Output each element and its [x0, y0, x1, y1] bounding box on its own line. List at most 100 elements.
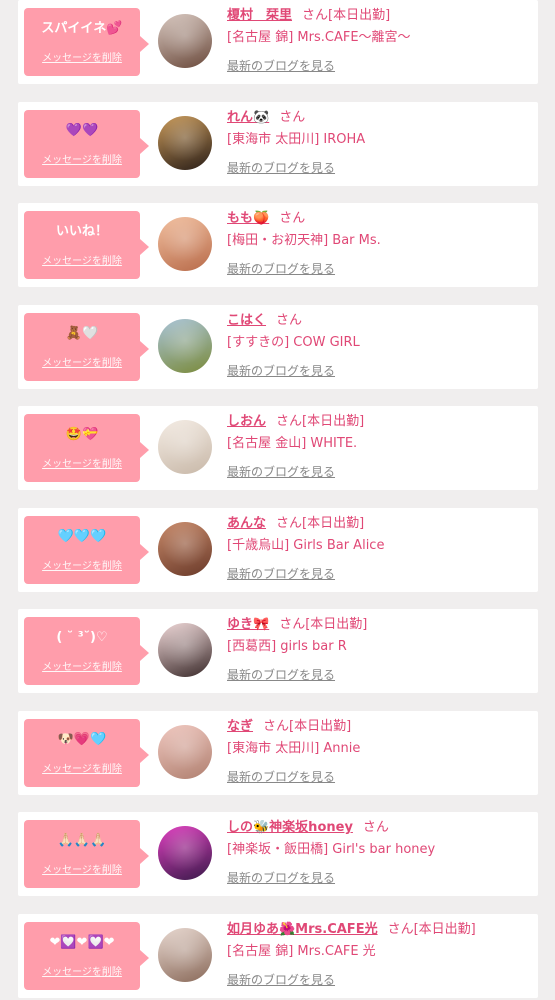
- profile-info: 榎村 栞里 さん[本日出勤] [名古屋 錦] Mrs.CAFE〜離宮〜 最新のブロ…: [227, 6, 532, 76]
- avatar[interactable]: [158, 623, 212, 677]
- cast-name-link[interactable]: れん🐼: [227, 110, 269, 125]
- profile-info: ゆき🎀 さん[本日出勤] [西葛西] girls bar R 最新のブログを見る: [227, 615, 532, 685]
- avatar[interactable]: [158, 928, 212, 982]
- blog-line: 最新のブログを見る: [227, 564, 532, 584]
- message-text: 🙏🏻🙏🏻🙏🏻: [57, 833, 107, 848]
- avatar-shade: [158, 522, 212, 576]
- latest-blog-link[interactable]: 最新のブログを見る: [227, 364, 335, 378]
- avatar[interactable]: [158, 522, 212, 576]
- list-item: ❤︎💟❤︎💟❤︎ メッセージを削除 如月ゆあ🌺Mrs.CAFE光 さん[本日出勤]…: [18, 914, 538, 998]
- cast-name-link[interactable]: もも🍑: [227, 211, 269, 226]
- honorific-label: さん: [263, 719, 290, 734]
- message-bubble: 🙏🏻🙏🏻🙏🏻 メッセージを削除: [24, 820, 149, 888]
- name-line: ゆき🎀 さん[本日出勤]: [227, 615, 532, 635]
- message-text: 🧸🤍: [65, 326, 99, 341]
- honorific-label: さん: [276, 414, 303, 429]
- message-text: 🤩💝: [65, 427, 99, 442]
- delete-message-link[interactable]: メッセージを削除: [24, 357, 140, 371]
- shop-label: [名古屋 錦] Mrs.CAFE 光: [227, 944, 376, 959]
- latest-blog-link[interactable]: 最新のブログを見る: [227, 262, 335, 276]
- honorific-label: さん: [279, 617, 306, 632]
- cast-name-link[interactable]: 如月ゆあ🌺Mrs.CAFE光: [227, 922, 378, 937]
- avatar[interactable]: [158, 14, 212, 68]
- avatar[interactable]: [158, 826, 212, 880]
- honorific-label: さん: [276, 313, 303, 328]
- name-line: しの🐝神楽坂honey さん: [227, 818, 532, 838]
- blog-line: 最新のブログを見る: [227, 56, 532, 76]
- honorific-label: さん: [362, 820, 389, 835]
- delete-message-link[interactable]: メッセージを削除: [24, 763, 140, 777]
- message-text: 💜💜: [65, 123, 99, 138]
- cast-name-link[interactable]: 榎村 栞里: [227, 8, 292, 23]
- latest-blog-link[interactable]: 最新のブログを見る: [227, 567, 335, 581]
- name-line: 榎村 栞里 さん[本日出勤]: [227, 6, 532, 26]
- latest-blog-link[interactable]: 最新のブログを見る: [227, 668, 335, 682]
- name-line: あんな さん[本日出勤]: [227, 514, 532, 534]
- blog-line: 最新のブログを見る: [227, 158, 532, 178]
- honorific-label: さん: [279, 211, 306, 226]
- shop-label: [名古屋 金山] WHITE.: [227, 436, 358, 451]
- name-line: もも🍑 さん: [227, 209, 532, 229]
- message-bubble: 🤩💝 メッセージを削除: [24, 414, 149, 482]
- message-bubble: いいね！ メッセージを削除: [24, 211, 149, 279]
- on-duty-label: [本日出勤]: [328, 8, 391, 23]
- latest-blog-link[interactable]: 最新のブログを見る: [227, 161, 335, 175]
- profile-info: しおん さん[本日出勤] [名古屋 金山] WHITE. 最新のブログを見る: [227, 412, 532, 482]
- avatar[interactable]: [158, 116, 212, 170]
- profile-info: れん🐼 さん [東海市 太田川] IROHA 最新のブログを見る: [227, 108, 532, 178]
- avatar[interactable]: [158, 319, 212, 373]
- message-bubble: ❤︎💟❤︎💟❤︎ メッセージを削除: [24, 922, 149, 990]
- delete-message-link[interactable]: メッセージを削除: [24, 661, 140, 675]
- latest-blog-link[interactable]: 最新のブログを見る: [227, 770, 335, 784]
- cast-name-link[interactable]: しおん: [227, 414, 266, 429]
- profile-info: なぎ さん[本日出勤] [東海市 太田川] Annie 最新のブログを見る: [227, 717, 532, 787]
- on-duty-label: [本日出勤]: [302, 516, 365, 531]
- list-item: スパイイネ💕 メッセージを削除 榎村 栞里 さん[本日出勤] [名古屋 錦] Mr…: [18, 0, 538, 84]
- cast-name-link[interactable]: あんな: [227, 516, 266, 531]
- avatar[interactable]: [158, 420, 212, 474]
- profile-info: 如月ゆあ🌺Mrs.CAFE光 さん[本日出勤] [名古屋 錦] Mrs.CAFE …: [227, 920, 532, 990]
- message-bubble: 💜💜 メッセージを削除: [24, 110, 149, 178]
- blog-line: 最新のブログを見る: [227, 259, 532, 279]
- delete-message-link[interactable]: メッセージを削除: [24, 255, 140, 269]
- delete-message-link[interactable]: メッセージを削除: [24, 52, 140, 66]
- delete-message-link[interactable]: メッセージを削除: [24, 154, 140, 168]
- list-item: 🙏🏻🙏🏻🙏🏻 メッセージを削除 しの🐝神楽坂honey さん [神楽坂・飯田橋] …: [18, 812, 538, 896]
- list-item: ( ˘ ³˘)♡ メッセージを削除 ゆき🎀 さん[本日出勤] [西葛西] girl…: [18, 609, 538, 693]
- latest-blog-link[interactable]: 最新のブログを見る: [227, 973, 335, 987]
- message-bubble: 🧸🤍 メッセージを削除: [24, 313, 149, 381]
- blog-line: 最新のブログを見る: [227, 970, 532, 990]
- profile-info: こはく さん [すすきの] COW GIRL 最新のブログを見る: [227, 311, 532, 381]
- blog-line: 最新のブログを見る: [227, 361, 532, 381]
- avatar[interactable]: [158, 725, 212, 779]
- latest-blog-link[interactable]: 最新のブログを見る: [227, 871, 335, 885]
- delete-message-link[interactable]: メッセージを削除: [24, 966, 140, 980]
- shop-label: [千歳烏山] Girls Bar Alice: [227, 538, 385, 553]
- cast-name-link[interactable]: ゆき🎀: [227, 617, 269, 632]
- list-item: 🤩💝 メッセージを削除 しおん さん[本日出勤] [名古屋 金山] WHITE. …: [18, 406, 538, 490]
- avatar[interactable]: [158, 217, 212, 271]
- delete-message-link[interactable]: メッセージを削除: [24, 864, 140, 878]
- shop-label: [西葛西] girls bar R: [227, 639, 347, 654]
- on-duty-label: [本日出勤]: [413, 922, 476, 937]
- latest-blog-link[interactable]: 最新のブログを見る: [227, 465, 335, 479]
- list-item: 🧸🤍 メッセージを削除 こはく さん [すすきの] COW GIRL 最新のブログ…: [18, 305, 538, 389]
- on-duty-label: [本日出勤]: [302, 414, 365, 429]
- shop-label: [すすきの] COW GIRL: [227, 335, 360, 350]
- list-item: 💜💜 メッセージを削除 れん🐼 さん [東海市 太田川] IROHA 最新のブログ…: [18, 102, 538, 186]
- cast-name-link[interactable]: なぎ: [227, 719, 253, 734]
- list-item: 🐶💗🩵 メッセージを削除 なぎ さん[本日出勤] [東海市 太田川] Annie …: [18, 711, 538, 795]
- avatar-shade: [158, 420, 212, 474]
- profile-info: しの🐝神楽坂honey さん [神楽坂・飯田橋] Girl's bar honey…: [227, 818, 532, 888]
- avatar-shade: [158, 116, 212, 170]
- latest-blog-link[interactable]: 最新のブログを見る: [227, 59, 335, 73]
- on-duty-label: [本日出勤]: [305, 617, 368, 632]
- name-line: なぎ さん[本日出勤]: [227, 717, 532, 737]
- delete-message-link[interactable]: メッセージを削除: [24, 458, 140, 472]
- shop-label: [神楽坂・飯田橋] Girl's bar honey: [227, 842, 436, 857]
- list-item: 🩵🩵🩵 メッセージを削除 あんな さん[本日出勤] [千歳烏山] Girls Ba…: [18, 508, 538, 592]
- cast-name-link[interactable]: こはく: [227, 313, 266, 328]
- cast-name-link[interactable]: しの🐝神楽坂honey: [227, 820, 353, 835]
- delete-message-link[interactable]: メッセージを削除: [24, 560, 140, 574]
- honorific-label: さん: [387, 922, 414, 937]
